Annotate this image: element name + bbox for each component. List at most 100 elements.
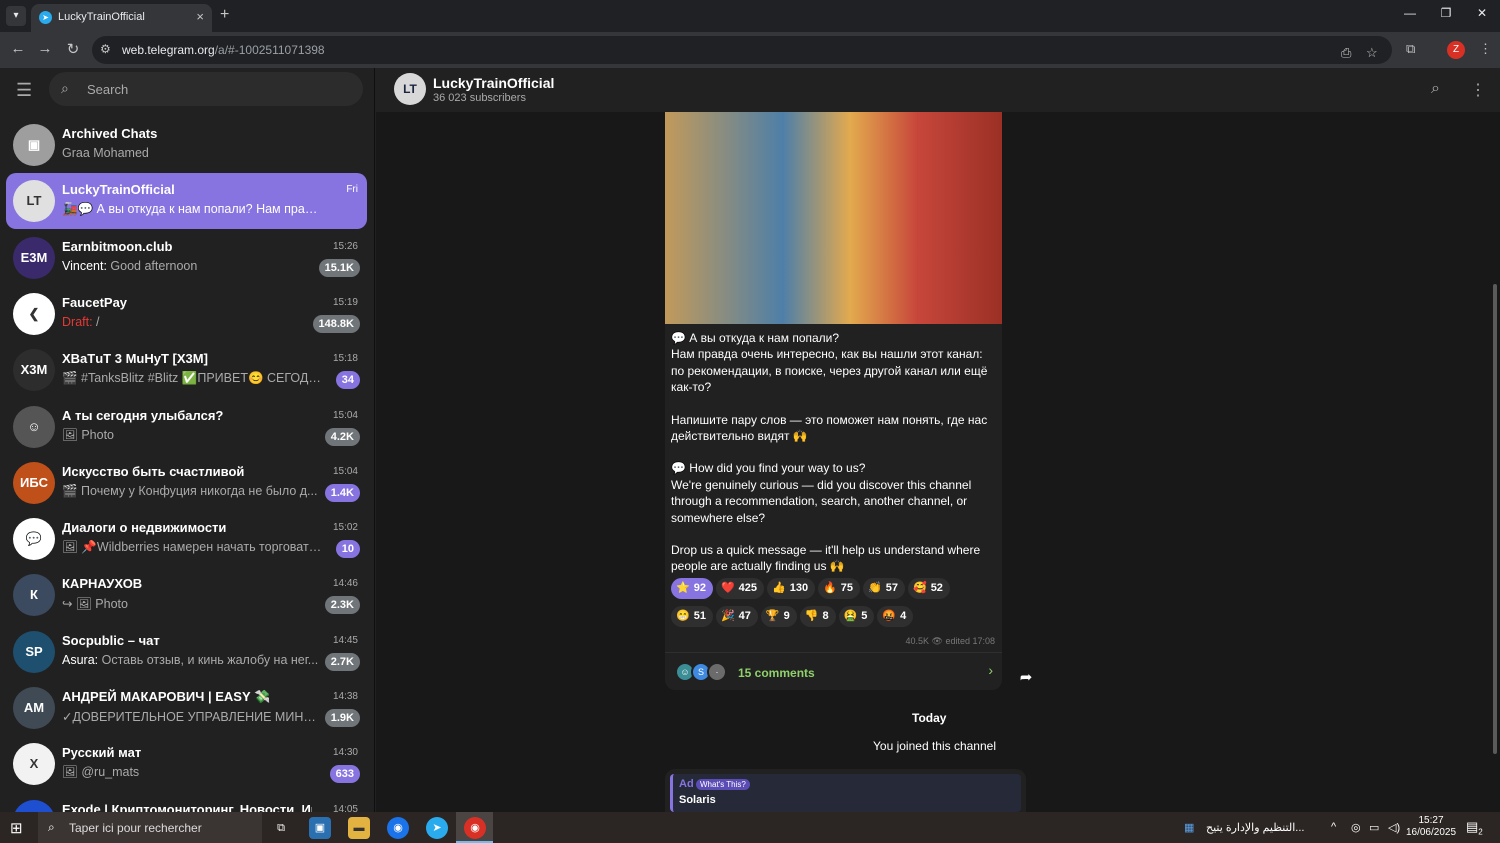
unread-badge: 2.7K [324, 652, 360, 671]
chat-list-item[interactable]: ❮ FaucetPay 15:19 Draft: /148.8K [6, 286, 367, 342]
chat-time: 15:26 [332, 240, 358, 252]
chat-preview: Asura: Оставь отзыв, и кинь жалобу на не… [62, 653, 322, 667]
extensions-icon[interactable]: ⧉ [1406, 41, 1415, 57]
reaction-chip[interactable]: ❤️ 425 [715, 578, 765, 599]
reaction-chip[interactable]: 🔥 75 [818, 578, 861, 599]
forward-share-icon[interactable]: ➦ [1013, 665, 1039, 691]
reaction-emoji-icon: 🤮 [843, 610, 858, 622]
ad-content[interactable]: Ad What's This? Solaris [670, 774, 1021, 812]
chat-list-item[interactable]: АМ АНДРЕЙ МАКАРОВИЧ | EASY 💸 14:38 ✓ДОВЕРИТ… [6, 680, 367, 736]
chat-list-item[interactable]: ☺ А ты сегодня улыбался? 15:04 🖼 Photo 4.2K [6, 399, 367, 455]
notification-center-icon[interactable]: ▤2 [1466, 819, 1483, 837]
taskbar-search[interactable]: ⌕ Taper ici pour rechercher [38, 812, 262, 843]
reaction-chip[interactable]: 🏆 9 [760, 606, 797, 627]
site-info-icon[interactable]: ⚙ [100, 42, 111, 56]
forward-button[interactable]: → [35, 40, 55, 57]
windows-start-icon[interactable]: ⊞ [10, 819, 23, 837]
chat-time: 14:38 [332, 691, 358, 702]
whats-this-button[interactable]: What's This? [696, 779, 750, 790]
reaction-chip[interactable]: 🥰 52 [907, 578, 950, 599]
tray-notification-text[interactable]: التنظيم والإدارة يتيح... [1206, 821, 1304, 834]
comments-button[interactable]: ☺ S · 15 comments › [665, 652, 1002, 690]
reaction-emoji-icon: 🎉 [720, 610, 735, 622]
profile-avatar[interactable]: Z [1447, 41, 1465, 59]
chat-list-item[interactable]: 💬 Диалоги о недвижимости 15:02 🖼 📌Wildberri… [6, 511, 367, 567]
preview-text: Оставь отзыв, и кинь жалобу на нег... [101, 652, 319, 667]
restore-button[interactable]: ❐ [1428, 6, 1464, 20]
new-tab-button[interactable]: + [220, 6, 229, 24]
chat-list-item[interactable]: E3M Earnbitmoon.club 15:26 Vincent: Good af… [6, 230, 367, 286]
task-view-icon[interactable]: ⧉ [270, 817, 292, 839]
reaction-chip[interactable]: 🎉 47 [715, 606, 758, 627]
show-hidden-icons-icon[interactable]: ^ [1331, 821, 1336, 833]
back-button[interactable]: ← [8, 40, 28, 57]
reaction-chip[interactable]: 😁 51 [671, 606, 713, 627]
chat-list-item[interactable]: Х Русский мат 14:30 🖼 @ru_mats 633 [6, 736, 367, 792]
chat-list-item[interactable]: ИБС Искусство быть счастливой 15:04 🎬 Почем… [6, 455, 367, 511]
reaction-chip[interactable]: 👍 130 [767, 578, 816, 599]
search-input[interactable]: ⌕ Search [49, 72, 363, 106]
bookmark-star-icon[interactable]: ☆ [1366, 45, 1378, 61]
reaction-chip[interactable]: 👏 57 [863, 578, 905, 599]
unread-badge: 2.3K [324, 596, 360, 615]
minimize-button[interactable]: — [1392, 6, 1428, 20]
telegram-icon[interactable]: ➤ [426, 817, 448, 839]
reaction-chip[interactable]: 🤬 4 [877, 606, 914, 627]
close-window-button[interactable]: ✕ [1464, 6, 1500, 20]
chrome-profile-icon[interactable]: ◉ [464, 817, 486, 839]
outlook-icon[interactable]: ▦ [1184, 821, 1194, 834]
network-icon[interactable]: ▭ [1369, 821, 1379, 834]
sponsored-message[interactable]: Ad What's This? Solaris [665, 769, 1026, 812]
chat-time: 15:04 [332, 465, 358, 477]
reaction-chip[interactable]: 👎 8 [799, 606, 836, 627]
meet-now-icon[interactable]: ◎ [1351, 821, 1361, 834]
chat-header[interactable]: LT LuckyTrainOfficial 36 023 subscribers… [376, 68, 1500, 112]
browser-tab[interactable]: ➤ LuckyTrainOfficial × [31, 4, 212, 32]
post-paragraph: 💬 How did you find your way to us? We're… [671, 461, 972, 525]
close-tab-icon[interactable]: × [196, 9, 204, 24]
chat-list-item[interactable]: К КАРНАУХОВ 14:46 ↪ 🖼 Photo 2.3K [6, 567, 367, 623]
reaction-chip[interactable]: ⭐ 92 [671, 578, 713, 599]
channel-avatar[interactable]: LT [394, 73, 426, 105]
file-explorer-icon[interactable]: ▬ [348, 817, 370, 839]
remote-desktop-icon[interactable]: ▣ [309, 817, 331, 839]
post-illustration[interactable] [665, 112, 1002, 324]
chat-list-item[interactable]: SP Socpublic – чат 14:45 Asura: Оставь отзы… [6, 624, 367, 680]
reaction-emoji-icon: 👎 [804, 610, 819, 622]
chat-time: 14:46 [332, 578, 358, 590]
chrome-icon[interactable]: ◉ [387, 817, 409, 839]
preview-text: 🎬 #TanksBlitz #Blitz ✅ПРИВЕТ😊 СЕГОДНЯ ..… [62, 371, 322, 386]
hamburger-menu-icon[interactable]: ☰ [16, 80, 32, 101]
chat-time: 14:05 [332, 803, 358, 812]
chat-list-item[interactable]: LT LuckyTrainOfficial Fri 🚂💬 А вы откуда к … [6, 173, 367, 230]
address-bar[interactable]: ⚙ web.telegram.org/a/#-1002511071398 ⎙ ☆ [92, 36, 1392, 64]
volume-icon[interactable]: ◁) [1388, 821, 1400, 834]
reaction-chip[interactable]: 🤮 5 [838, 606, 875, 627]
chat-name: FaucetPay [62, 294, 128, 310]
reaction-count: 52 [930, 582, 943, 594]
unread-badge: 1.4K [324, 483, 360, 502]
reload-button[interactable]: ↻ [63, 40, 83, 58]
preview-text: 🖼 📌Wildberries намерен начать торговать … [62, 540, 322, 555]
tab-search-button[interactable]: ▾ [6, 6, 26, 26]
chat-list-item[interactable]: X3M ХВаТuТ 3 МuНуТ [X3M] 15:18 🎬 #TanksBlit… [6, 342, 367, 398]
chat-name: А ты сегодня улыбался? [62, 407, 224, 423]
joined-service-message: You joined this channel [873, 739, 996, 753]
post-paragraph: Напишите пару слов — это поможет нам пон… [671, 412, 988, 444]
install-app-icon[interactable]: ⎙ [1341, 45, 1351, 61]
system-clock[interactable]: 15:27 16/06/2025 [1405, 815, 1457, 839]
chat-list-item[interactable]: ▣ Archived Chats Graa Mohamed [6, 117, 367, 173]
search-placeholder: Search [87, 82, 129, 97]
scrollbar[interactable] [1493, 284, 1497, 754]
chat-avatar: Х [13, 743, 55, 786]
search-icon[interactable]: ⌕ [1431, 80, 1440, 98]
preview-text: Good afternoon [110, 258, 198, 273]
chat-preview: 🎬 #TanksBlitz #Blitz ✅ПРИВЕТ😊 СЕГОДНЯ ..… [62, 371, 322, 386]
more-options-icon[interactable]: ⋮ [1470, 80, 1486, 100]
chat-avatar: ❮ [13, 292, 55, 335]
browser-tab-bar: ▾ ➤ LuckyTrainOfficial × + — ❐ ✕ [0, 0, 1500, 32]
chat-list-item[interactable]: E Ехоdе | Криптомониторинг. Новости. Инса… [6, 793, 367, 812]
browser-menu-icon[interactable]: ⋮ [1479, 41, 1492, 57]
reaction-count: 8 [822, 610, 829, 622]
commenter-avatar: · [707, 662, 727, 682]
